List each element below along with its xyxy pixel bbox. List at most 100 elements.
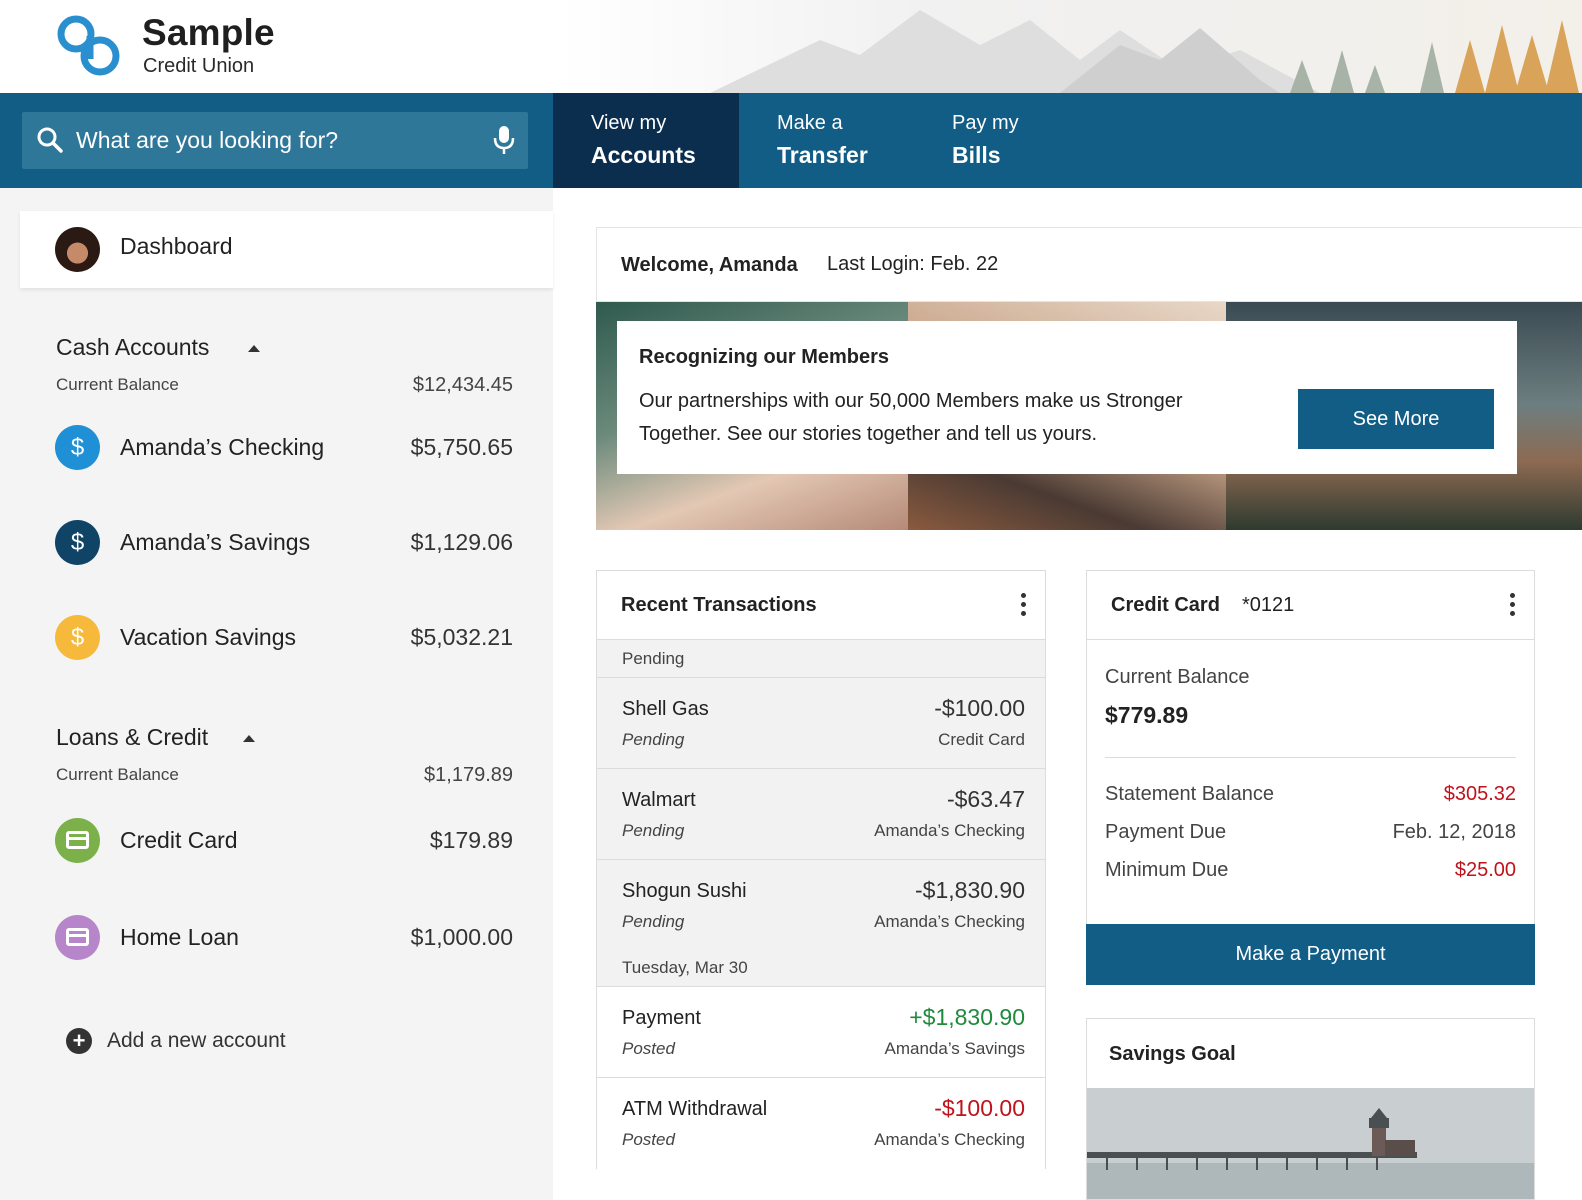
lighthouse-pier-image xyxy=(1087,1088,1534,1199)
transaction-amount: +$1,830.90 xyxy=(909,1004,1025,1030)
account-name: Home Loan xyxy=(120,924,239,950)
tab-accounts-big: Accounts xyxy=(591,142,696,168)
tab-accounts[interactable]: View my Accounts xyxy=(553,93,739,188)
transaction-name: Shell Gas xyxy=(622,698,709,720)
tab-transfer-big: Transfer xyxy=(777,142,868,168)
make-payment-button[interactable]: Make a Payment xyxy=(1086,924,1535,985)
mountain-landscape-image xyxy=(560,0,1582,93)
transaction-status: Posted xyxy=(622,1130,675,1149)
account-amount: $1,000.00 xyxy=(410,924,513,950)
transaction-row[interactable]: ATM Withdrawal Posted -$100.00 Amanda’s … xyxy=(597,1078,1045,1169)
savings-goal-card: Savings Goal xyxy=(1086,1018,1535,1200)
welcome-greeting: Welcome, Amanda xyxy=(621,254,798,276)
transaction-account: Credit Card xyxy=(938,730,1025,749)
transaction-row[interactable]: Payment Posted +$1,830.90 Amanda’s Savin… xyxy=(597,987,1045,1078)
transaction-amount: -$100.00 xyxy=(934,1095,1025,1121)
transaction-name: Shogun Sushi xyxy=(622,880,747,902)
statement-balance-value: $305.32 xyxy=(1443,783,1516,805)
statement-balance-label: Statement Balance xyxy=(1105,783,1274,805)
dollar-icon: $ xyxy=(55,520,100,565)
current-balance-label: Current Balance xyxy=(1105,666,1250,688)
loans-balance-value: $1,179.89 xyxy=(424,764,513,786)
transaction-account: Amanda’s Checking xyxy=(874,912,1025,931)
account-amount: $179.89 xyxy=(429,827,513,853)
transaction-group-header: Tuesday, Mar 30 xyxy=(597,949,1045,987)
add-account-label: Add a new account xyxy=(107,1029,286,1052)
transaction-name: Walmart xyxy=(622,789,696,811)
account-credit-card[interactable]: Credit Card $179.89 xyxy=(0,810,553,870)
caret-up-icon[interactable] xyxy=(243,735,255,742)
dollar-icon: $ xyxy=(55,425,100,470)
account-amandas-checking[interactable]: $ Amanda’s Checking $5,750.65 xyxy=(0,417,553,477)
see-more-button[interactable]: See More xyxy=(1298,389,1494,449)
transaction-status: Pending xyxy=(622,912,685,931)
recent-transactions-title: Recent Transactions xyxy=(621,594,817,616)
brand-subtitle: Credit Union xyxy=(143,55,255,77)
microphone-icon[interactable] xyxy=(492,124,516,156)
brand-logo-icon xyxy=(57,15,120,76)
brand-name: Sample xyxy=(142,12,275,53)
search-input[interactable] xyxy=(76,120,476,160)
tab-accounts-small: View my xyxy=(591,112,667,134)
transaction-amount: -$63.47 xyxy=(946,786,1025,812)
recent-transactions-card: Recent Transactions Pending Shell Gas Pe… xyxy=(596,570,1046,1169)
minimum-due-label: Minimum Due xyxy=(1105,859,1229,881)
sidebar: Dashboard Cash Accounts Current Balance … xyxy=(0,188,553,1200)
transaction-status: Pending xyxy=(622,730,685,749)
account-name: Amanda’s Savings xyxy=(120,529,311,555)
credit-card-summary-card: Credit Card *0121 Current Balance $779.8… xyxy=(1086,570,1535,985)
divider xyxy=(1105,757,1516,758)
transaction-row[interactable]: Shogun Sushi Pending -$1,830.90 Amanda’s… xyxy=(597,860,1045,951)
more-options-icon[interactable] xyxy=(1507,591,1517,619)
account-vacation-savings[interactable]: $ Vacation Savings $5,032.21 xyxy=(0,607,553,667)
credit-card-title: Credit Card xyxy=(1111,594,1220,616)
current-balance-value: $779.89 xyxy=(1105,702,1189,728)
tab-transfer[interactable]: Make a Transfer xyxy=(739,93,913,188)
cash-accounts-title[interactable]: Cash Accounts xyxy=(56,334,209,361)
transaction-row[interactable]: Walmart Pending -$63.47 Amanda’s Checkin… xyxy=(597,769,1045,860)
account-home-loan[interactable]: Home Loan $1,000.00 xyxy=(0,907,553,967)
transaction-account: Amanda’s Checking xyxy=(874,1130,1025,1149)
promo-card: Recognizing our Members Our partnerships… xyxy=(617,321,1517,474)
transaction-row[interactable]: Shell Gas Pending -$100.00 Credit Card xyxy=(597,678,1045,769)
dashboard-label: Dashboard xyxy=(120,233,233,259)
tab-transfer-small: Make a xyxy=(777,112,843,134)
account-name: Amanda’s Checking xyxy=(120,434,325,460)
search-box xyxy=(22,112,528,169)
promo-text: Our partnerships with our 50,000 Members… xyxy=(639,390,1183,445)
account-amandas-savings[interactable]: $ Amanda’s Savings $1,129.06 xyxy=(0,512,553,572)
account-amount: $1,129.06 xyxy=(410,529,513,555)
avatar xyxy=(55,227,100,272)
promo-title: Recognizing our Members xyxy=(639,346,890,368)
welcome-card: Welcome, Amanda Last Login: Feb. 22 xyxy=(596,227,1582,302)
search-icon[interactable] xyxy=(36,126,64,154)
transaction-name: ATM Withdrawal xyxy=(622,1098,768,1120)
brand-header: Sample Credit Union xyxy=(0,0,1582,93)
loans-balance-label: Current Balance xyxy=(56,765,179,784)
account-amount: $5,750.65 xyxy=(410,434,513,460)
tab-bills-big: Bills xyxy=(952,142,1001,168)
group-label: Tuesday, Mar 30 xyxy=(622,958,748,977)
sidebar-item-dashboard[interactable]: Dashboard xyxy=(20,211,553,288)
transaction-group-header: Pending xyxy=(597,640,1045,678)
transaction-status: Posted xyxy=(622,1039,675,1058)
cash-balance-label: Current Balance xyxy=(56,375,179,394)
main-navigation: View my Accounts Make a Transfer Pay my … xyxy=(0,93,1582,188)
card-header: Credit Card *0121 xyxy=(1087,571,1534,640)
last-login: Last Login: Feb. 22 xyxy=(827,253,999,275)
card-header: Recent Transactions xyxy=(597,571,1045,640)
payment-due-value: Feb. 12, 2018 xyxy=(1392,821,1516,843)
dollar-icon: $ xyxy=(55,615,100,660)
plus-icon: + xyxy=(66,1028,92,1054)
group-label: Pending xyxy=(622,649,685,668)
caret-up-icon[interactable] xyxy=(248,345,260,352)
tab-bills[interactable]: Pay my Bills xyxy=(913,93,1063,188)
credit-card-icon xyxy=(55,818,100,863)
loans-credit-title[interactable]: Loans & Credit xyxy=(56,724,208,751)
credit-card-icon xyxy=(55,915,100,960)
payment-due-label: Payment Due xyxy=(1105,821,1227,843)
minimum-due-value: $25.00 xyxy=(1454,859,1516,881)
transaction-account: Amanda’s Savings xyxy=(884,1039,1026,1058)
account-amount: $5,032.21 xyxy=(410,624,513,650)
more-options-icon[interactable] xyxy=(1018,591,1028,619)
